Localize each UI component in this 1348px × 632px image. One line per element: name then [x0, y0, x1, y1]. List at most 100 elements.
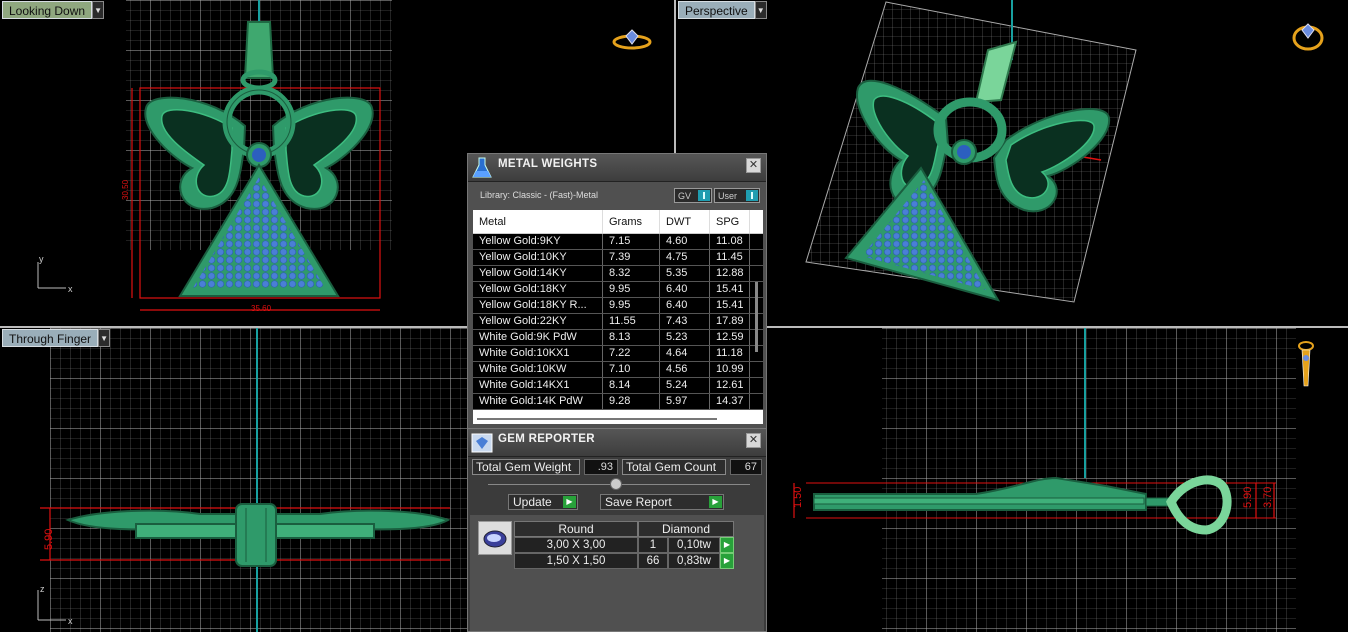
- svg-text:z: z: [40, 584, 45, 594]
- cell-metal: Yellow Gold:10KY: [473, 250, 603, 265]
- gem-shape-header: Round: [514, 521, 638, 537]
- viewport-title: Perspective: [678, 1, 755, 19]
- play-arrow-icon[interactable]: ▶: [720, 553, 734, 569]
- cell-spg: 11.45: [710, 250, 750, 265]
- gem-report-icon: [471, 433, 493, 453]
- cell-metal: White Gold:14K PdW: [473, 394, 603, 409]
- svg-text:y: y: [39, 254, 44, 264]
- cell-dwt: 5.97: [660, 394, 710, 409]
- user-toggle[interactable]: User: [714, 188, 760, 203]
- library-label: Library: Classic - (Fast)-Metal: [480, 190, 599, 200]
- chevron-down-icon[interactable]: ▼: [92, 1, 105, 19]
- viewport-title: Looking Down: [2, 1, 93, 19]
- table-header: Metal Grams DWT SPG: [473, 210, 763, 234]
- metal-weights-header[interactable]: METAL WEIGHTS ✕: [468, 154, 766, 182]
- table-row[interactable]: Yellow Gold:18KY R... 9.95 6.40 15.41: [473, 298, 763, 314]
- total-gem-count-value: 67: [730, 459, 762, 475]
- cell-grams: 11.55: [603, 314, 660, 329]
- viewport-side[interactable]: 1.50 5.90 3.70: [676, 328, 1348, 632]
- gem-weight-cell: 0,10tw: [668, 537, 720, 553]
- close-icon[interactable]: ✕: [746, 158, 761, 173]
- close-icon[interactable]: ✕: [746, 433, 761, 448]
- side-dim-mid: 5.90: [1242, 487, 1254, 508]
- gem-size-cell: 1,50 X 1,50: [514, 553, 638, 569]
- table-row[interactable]: Yellow Gold:9KY 7.15 4.60 11.08: [473, 234, 763, 250]
- vertical-scrollbar[interactable]: [755, 282, 758, 352]
- cell-dwt: 7.43: [660, 314, 710, 329]
- column-header-spg[interactable]: SPG: [710, 210, 750, 233]
- cell-metal: Yellow Gold:18KY R...: [473, 298, 603, 313]
- play-arrow-icon: ▶: [563, 496, 576, 508]
- chevron-down-icon[interactable]: ▼: [98, 329, 111, 347]
- side-view-canvas: 1.50 5.90 3.70: [792, 328, 1314, 632]
- gem-weight-cell: 0,83tw: [668, 553, 720, 569]
- save-report-button[interactable]: Save Report ▶: [600, 494, 724, 510]
- viewport-perspective[interactable]: Perspective ▼: [676, 0, 1348, 326]
- cell-grams: 7.15: [603, 234, 660, 249]
- cell-dwt: 6.40: [660, 282, 710, 297]
- cell-dwt: 4.64: [660, 346, 710, 361]
- cell-spg: 12.61: [710, 378, 750, 393]
- cell-spg: 11.08: [710, 234, 750, 249]
- cell-grams: 8.32: [603, 266, 660, 281]
- cell-dwt: 5.24: [660, 378, 710, 393]
- cell-grams: 9.95: [603, 282, 660, 297]
- gem-size-cell: 3,00 X 3,00: [514, 537, 638, 553]
- viewport-menu-perspective[interactable]: Perspective ▼: [678, 1, 767, 19]
- gem-row[interactable]: 3,00 X 3,00 1 0,10tw ▶: [514, 537, 764, 553]
- table-row[interactable]: Yellow Gold:22KY 11.55 7.43 17.89: [473, 314, 763, 330]
- column-header-dwt[interactable]: DWT: [660, 210, 710, 233]
- column-header-grams[interactable]: Grams: [603, 210, 660, 233]
- cell-dwt: 5.23: [660, 330, 710, 345]
- gem-reporter-header[interactable]: GEM REPORTER ✕: [468, 429, 766, 457]
- total-gem-count-label: Total Gem Count: [622, 459, 726, 475]
- table-row[interactable]: Yellow Gold:14KY 8.32 5.35 12.88: [473, 266, 763, 282]
- table-row[interactable]: White Gold:10KW 7.10 4.56 10.99: [473, 362, 763, 378]
- viewport-menu-through-finger[interactable]: Through Finger ▼: [2, 329, 111, 347]
- cell-spg: 17.89: [710, 314, 750, 329]
- ring-view-icon[interactable]: [1292, 23, 1324, 51]
- svg-text:x: x: [68, 616, 73, 626]
- gem-count-cell: 1: [638, 537, 668, 553]
- gem-grid-body: 3,00 X 3,00 1 0,10tw ▶ 1,50 X 1,50 66 0,83tw ▶: [514, 537, 764, 569]
- gem-grid: Round Diamond 3,00 X 3,00 1 0,10tw ▶ 1,50 X …: [514, 521, 764, 569]
- table-row[interactable]: White Gold:9K PdW 8.13 5.23 12.59: [473, 330, 763, 346]
- column-header-metal[interactable]: Metal: [473, 210, 603, 233]
- table-row[interactable]: Yellow Gold:18KY 9.95 6.40 15.41: [473, 282, 763, 298]
- table-row[interactable]: White Gold:14KX1 8.14 5.24 12.61: [473, 378, 763, 394]
- toggle-knob-icon: [698, 190, 710, 201]
- ring-view-icon[interactable]: [612, 29, 652, 50]
- table-row[interactable]: White Gold:14K PdW 9.28 5.97 14.37: [473, 394, 763, 410]
- cell-metal: Yellow Gold:22KY: [473, 314, 603, 329]
- save-report-label: Save Report: [605, 495, 672, 509]
- table-row[interactable]: Yellow Gold:10KY 7.39 4.75 11.45: [473, 250, 763, 266]
- splitter-handle[interactable]: [610, 478, 622, 490]
- cell-grams: 8.13: [603, 330, 660, 345]
- finger-dim-height: 5.90: [43, 529, 55, 550]
- play-arrow-icon[interactable]: ▶: [720, 537, 734, 553]
- pendant-view-icon[interactable]: [1298, 341, 1314, 387]
- cell-dwt: 6.40: [660, 298, 710, 313]
- round-diamond-thumbnail[interactable]: [478, 521, 512, 555]
- update-button-label: Update: [513, 495, 552, 509]
- cell-spg: 15.41: [710, 282, 750, 297]
- table-row[interactable]: White Gold:10KX1 7.22 4.64 11.18: [473, 346, 763, 362]
- gem-row[interactable]: 1,50 X 1,50 66 0,83tw ▶: [514, 553, 764, 569]
- cell-metal: Yellow Gold:18KY: [473, 282, 603, 297]
- cell-metal: Yellow Gold:14KY: [473, 266, 603, 281]
- perspective-view-canvas: [805, 0, 1324, 303]
- play-arrow-icon: ▶: [709, 496, 722, 508]
- gem-grid-header: Round Diamond: [514, 521, 764, 537]
- svg-text:x: x: [68, 284, 73, 294]
- gv-toggle[interactable]: GV: [674, 188, 712, 203]
- panel-title: METAL WEIGHTS: [498, 158, 598, 170]
- viewport-menu-looking-down[interactable]: Looking Down ▼: [2, 1, 105, 19]
- metal-weights-table[interactable]: Metal Grams DWT SPG Yellow Gold:9KY 7.15 4…: [473, 210, 763, 424]
- cell-grams: 9.95: [603, 298, 660, 313]
- update-button[interactable]: Update ▶: [508, 494, 578, 510]
- chevron-down-icon[interactable]: ▼: [754, 1, 767, 19]
- horizontal-scrollbar[interactable]: [477, 418, 717, 420]
- cell-grams: 9.28: [603, 394, 660, 409]
- cell-dwt: 4.56: [660, 362, 710, 377]
- cell-grams: 8.14: [603, 378, 660, 393]
